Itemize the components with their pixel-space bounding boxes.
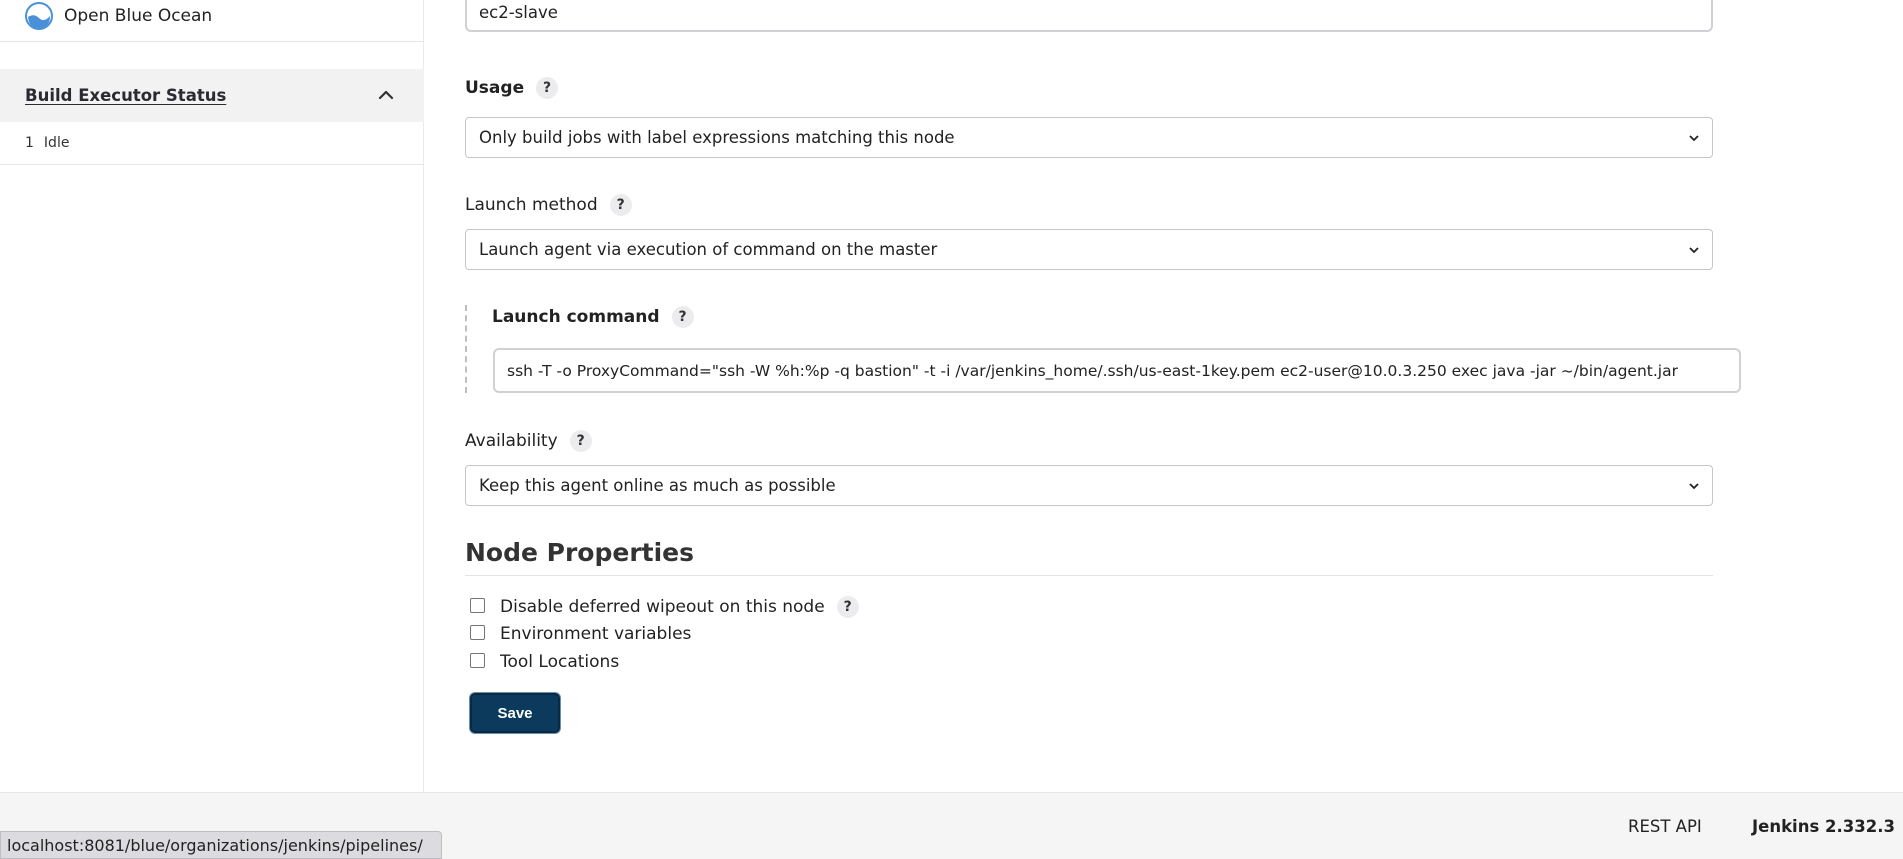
environment-variables-label[interactable]: Environment variables bbox=[500, 624, 691, 644]
environment-variables-checkbox[interactable] bbox=[470, 624, 485, 640]
save-button[interactable]: Save bbox=[470, 693, 560, 733]
availability-label-text: Availability bbox=[465, 431, 558, 451]
executor-number: 1 bbox=[25, 135, 34, 151]
build-executor-status-title[interactable]: Build Executor Status bbox=[25, 86, 226, 105]
chevron-down-icon bbox=[1689, 483, 1699, 490]
launch-command-label: Launch command ? bbox=[492, 306, 694, 328]
launch-command-help-icon[interactable]: ? bbox=[671, 306, 694, 328]
chevron-down-icon bbox=[1689, 135, 1699, 142]
usage-select[interactable]: Only build jobs with label expressions m… bbox=[465, 117, 1713, 158]
launch-method-label-text: Launch method bbox=[465, 195, 598, 215]
disable-wipeout-row[interactable]: Disable deferred wipeout on this node ? bbox=[470, 596, 859, 618]
launch-method-label: Launch method ? bbox=[465, 194, 632, 216]
usage-help-icon[interactable]: ? bbox=[536, 77, 559, 99]
launch-method-select[interactable]: Launch agent via execution of command on… bbox=[465, 229, 1713, 270]
environment-variables-row[interactable]: Environment variables bbox=[470, 624, 691, 644]
blue-ocean-icon bbox=[25, 1, 53, 30]
chevron-up-icon[interactable] bbox=[378, 87, 394, 103]
disable-wipeout-checkbox[interactable] bbox=[470, 597, 485, 613]
tool-locations-row[interactable]: Tool Locations bbox=[470, 652, 619, 672]
usage-label-text: Usage bbox=[465, 78, 525, 98]
build-executor-status-header[interactable]: Build Executor Status bbox=[0, 69, 424, 122]
disable-wipeout-label[interactable]: Disable deferred wipeout on this node bbox=[500, 597, 825, 617]
availability-select[interactable]: Keep this agent online as much as possib… bbox=[465, 465, 1713, 506]
page: Open Blue Ocean Build Executor Status 1 … bbox=[0, 0, 1903, 859]
tool-locations-label[interactable]: Tool Locations bbox=[500, 652, 619, 672]
jenkins-version-link[interactable]: Jenkins 2.332.3 bbox=[1752, 817, 1895, 836]
tool-locations-checkbox[interactable] bbox=[470, 652, 485, 668]
executor-state: Idle bbox=[43, 135, 70, 151]
launch-command-input[interactable]: ssh -T -o ProxyCommand="ssh -W %h:%p -q … bbox=[493, 348, 1741, 393]
node-properties-title: Node Properties bbox=[465, 538, 1713, 576]
executor-row: 1 Idle bbox=[0, 122, 424, 165]
launch-method-help-icon[interactable]: ? bbox=[609, 194, 632, 216]
status-bar-url: localhost:8081/blue/organizations/jenkin… bbox=[0, 831, 442, 859]
availability-help-icon[interactable]: ? bbox=[569, 430, 592, 452]
availability-label: Availability ? bbox=[465, 430, 592, 452]
usage-label: Usage ? bbox=[465, 77, 559, 99]
sidebar: Open Blue Ocean Build Executor Status 1 … bbox=[0, 0, 424, 792]
usage-selected-value: Only build jobs with label expressions m… bbox=[479, 128, 955, 147]
launch-command-label-text: Launch command bbox=[492, 307, 660, 327]
launch-command-indent bbox=[465, 305, 469, 393]
rest-api-link[interactable]: REST API bbox=[1628, 817, 1702, 836]
launch-method-selected-value: Launch agent via execution of command on… bbox=[479, 240, 938, 259]
open-blue-ocean-link[interactable]: Open Blue Ocean bbox=[0, 0, 424, 42]
chevron-down-icon bbox=[1689, 247, 1699, 254]
availability-selected-value: Keep this agent online as much as possib… bbox=[479, 476, 836, 495]
open-blue-ocean-label: Open Blue Ocean bbox=[64, 5, 213, 26]
disable-wipeout-help-icon[interactable]: ? bbox=[836, 596, 859, 618]
node-name-input[interactable]: ec2-slave bbox=[465, 0, 1713, 32]
